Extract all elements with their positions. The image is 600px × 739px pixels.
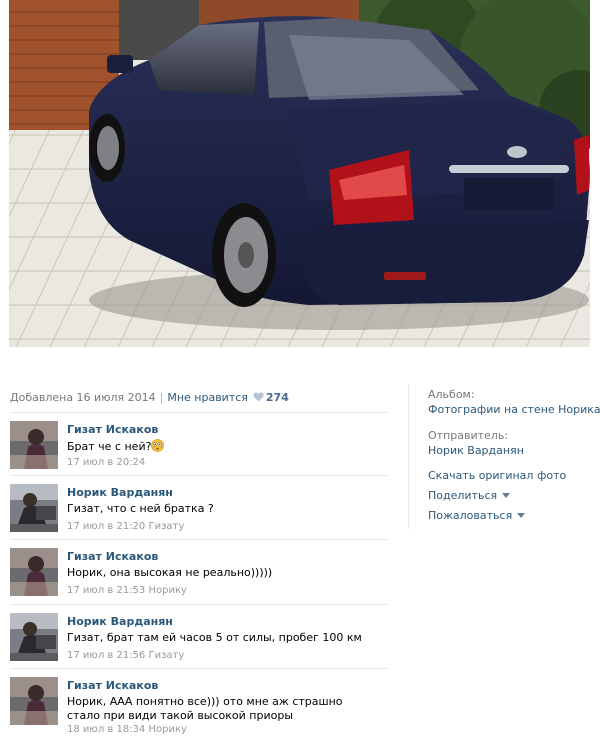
- comment-item: Гизат Искаков Норик, ААА понятно все))) …: [10, 668, 388, 739]
- download-original-link[interactable]: Скачать оригинал фото: [428, 469, 566, 483]
- comment-date-line: 18 июл в 18:34 Норику: [67, 724, 187, 735]
- comment-author[interactable]: Гизат Искаков: [67, 679, 158, 692]
- comment-text: Гизат, брат там ей часов 5 от силы, проб…: [67, 631, 362, 644]
- comment-date[interactable]: 17 июл в 20:24: [67, 457, 145, 468]
- comment-date[interactable]: 17 июл в 21:53: [67, 585, 145, 596]
- comment-author[interactable]: Норик Варданян: [67, 615, 173, 628]
- main-photo[interactable]: [9, 0, 590, 347]
- report-label[interactable]: Пожаловаться: [428, 509, 512, 522]
- comment-text: Норик, она высокая не реально))))): [67, 566, 273, 579]
- comment-reply-to[interactable]: Гизату: [148, 521, 184, 532]
- car-photo-illustration: [9, 0, 590, 347]
- share-menu[interactable]: Поделиться: [428, 489, 511, 503]
- comment-author[interactable]: Гизат Искаков: [67, 550, 158, 563]
- chevron-down-icon[interactable]: [517, 513, 526, 518]
- avatar[interactable]: [10, 421, 58, 469]
- comment-item: Гизат Искаков Норик, она высокая не реал…: [10, 539, 388, 604]
- comment-item: Норик Варданян Гизат, брат там ей часов …: [10, 604, 388, 668]
- avatar[interactable]: [10, 484, 58, 532]
- heart-icon[interactable]: [253, 392, 264, 405]
- sender-link[interactable]: Норик Варданян: [428, 444, 524, 458]
- comment-reply-to[interactable]: Норику: [148, 724, 186, 735]
- album-label: Альбом:: [428, 388, 475, 401]
- likes-count[interactable]: 274: [266, 391, 289, 404]
- comment-date-line: 17 июл в 21:56 Гизату: [67, 650, 184, 661]
- sender-label: Отправитель:: [428, 429, 509, 442]
- comment-date-line: 17 июл в 20:24: [67, 457, 145, 468]
- comment-item: Норик Варданян Гизат, что с ней братка ?…: [10, 475, 388, 539]
- comment-reply-to[interactable]: Гизату: [148, 650, 184, 661]
- report-menu[interactable]: Пожаловаться: [428, 509, 526, 523]
- meta-separator: |: [159, 391, 164, 404]
- photo-sidebar: Альбом: Фотографии на стене Норика Отпра…: [408, 384, 600, 529]
- comments-list: Гизат Искаков Брат че с ней? 17 июл в 20…: [10, 412, 388, 739]
- avatar[interactable]: [10, 613, 58, 661]
- comment-item: Гизат Искаков Брат че с ней? 17 июл в 20…: [10, 412, 388, 475]
- comment-text-body: Брат че с ней?: [67, 440, 152, 453]
- comment-text: Брат че с ней?: [67, 439, 387, 454]
- comment-date-line: 17 июл в 21:20 Гизату: [67, 521, 184, 532]
- photo-meta: Добавлена 16 июля 2014 | Мне нравится 274: [10, 391, 289, 405]
- chevron-down-icon[interactable]: [502, 493, 511, 498]
- comment-reply-to[interactable]: Норику: [148, 585, 186, 596]
- share-label[interactable]: Поделиться: [428, 489, 497, 502]
- flushed-emoji-icon: [151, 439, 165, 452]
- comment-date[interactable]: 17 июл в 21:20: [67, 521, 145, 532]
- comment-date-line: 17 июл в 21:53 Норику: [67, 585, 187, 596]
- avatar[interactable]: [10, 677, 58, 725]
- comment-author[interactable]: Норик Варданян: [67, 486, 173, 499]
- like-button[interactable]: Мне нравится: [167, 391, 248, 404]
- avatar[interactable]: [10, 548, 58, 596]
- comment-text: Гизат, что с ней братка ?: [67, 502, 214, 515]
- comment-date[interactable]: 18 июл в 18:34: [67, 724, 145, 735]
- comment-author[interactable]: Гизат Искаков: [67, 423, 158, 436]
- comment-date[interactable]: 17 июл в 21:56: [67, 650, 145, 661]
- comment-text: Норик, ААА понятно все))) ото мне аж стр…: [67, 695, 343, 722]
- album-link[interactable]: Фотографии на стене Норика: [428, 403, 600, 417]
- added-date: Добавлена 16 июля 2014: [10, 391, 156, 404]
